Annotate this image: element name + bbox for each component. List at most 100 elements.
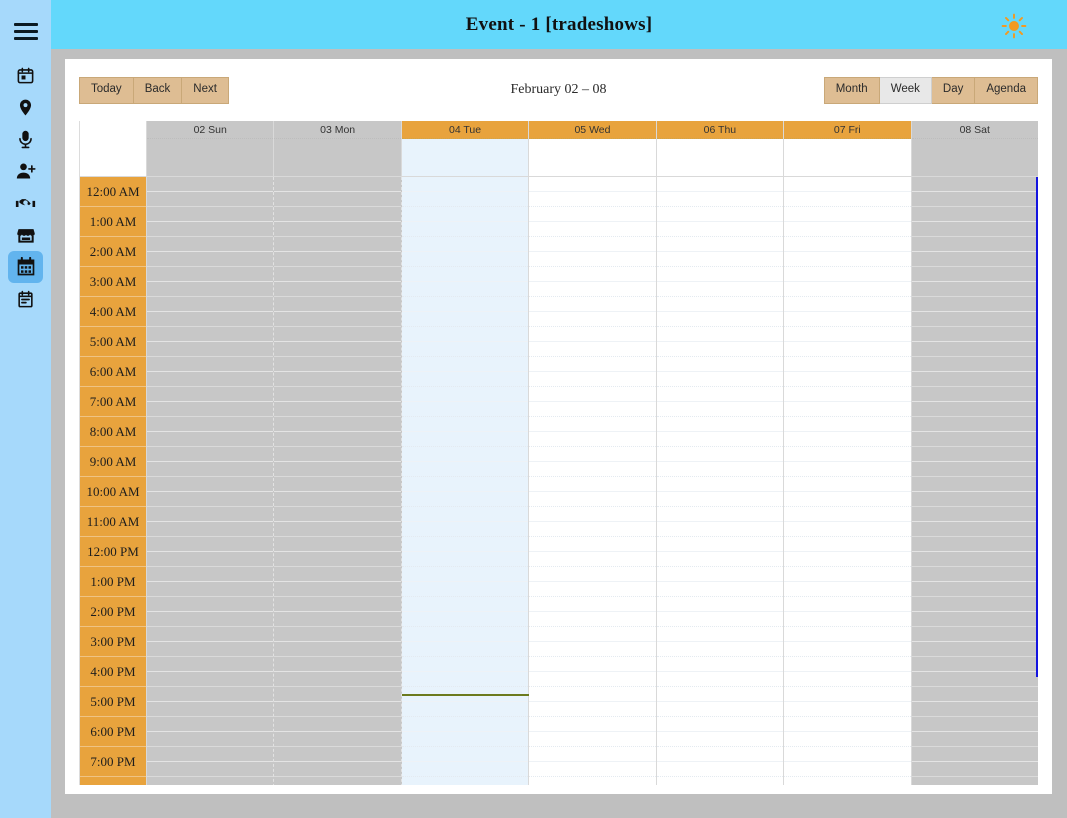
time-slot[interactable] bbox=[911, 552, 1038, 567]
time-slot[interactable] bbox=[784, 747, 911, 762]
time-slot[interactable] bbox=[656, 462, 784, 477]
time-slot[interactable] bbox=[784, 522, 911, 537]
time-slot[interactable] bbox=[147, 327, 274, 342]
day-header-07-fri[interactable]: 07 Fri bbox=[784, 121, 912, 177]
time-slot[interactable] bbox=[911, 567, 1038, 582]
all-day-cell[interactable] bbox=[401, 139, 529, 177]
time-slot[interactable] bbox=[784, 222, 911, 237]
time-slot[interactable] bbox=[274, 492, 401, 507]
time-slot[interactable] bbox=[147, 387, 274, 402]
time-slot[interactable] bbox=[402, 777, 528, 785]
time-slot[interactable] bbox=[274, 732, 401, 747]
time-slot[interactable] bbox=[784, 417, 911, 432]
time-slot[interactable] bbox=[147, 297, 274, 312]
time-slot[interactable] bbox=[147, 777, 273, 785]
time-slot[interactable] bbox=[911, 372, 1038, 387]
time-slot[interactable] bbox=[529, 267, 656, 282]
time-slot[interactable] bbox=[911, 297, 1038, 312]
day-header-04-tue[interactable]: 04 Tue bbox=[401, 121, 530, 177]
time-slot[interactable] bbox=[274, 597, 401, 612]
time-slot[interactable] bbox=[401, 492, 529, 507]
time-slot[interactable] bbox=[147, 207, 274, 222]
time-slot[interactable] bbox=[911, 672, 1038, 687]
time-slot[interactable] bbox=[529, 357, 656, 372]
time-slot[interactable] bbox=[911, 657, 1038, 672]
time-slot[interactable] bbox=[784, 702, 911, 717]
time-slot[interactable] bbox=[401, 522, 529, 537]
time-slot[interactable] bbox=[784, 627, 911, 642]
time-slot[interactable] bbox=[784, 582, 911, 597]
time-slot[interactable] bbox=[401, 462, 529, 477]
time-slot[interactable] bbox=[147, 642, 274, 657]
time-slot[interactable] bbox=[529, 252, 656, 267]
day-column-03-mon[interactable] bbox=[274, 177, 402, 785]
time-slot[interactable] bbox=[656, 627, 784, 642]
time-slot[interactable] bbox=[911, 417, 1038, 432]
time-slot[interactable] bbox=[657, 777, 783, 785]
sidebar-item-handshake[interactable] bbox=[8, 187, 43, 219]
time-slot[interactable] bbox=[274, 267, 401, 282]
time-slot[interactable] bbox=[401, 642, 529, 657]
time-slot[interactable] bbox=[529, 732, 656, 747]
time-slot[interactable] bbox=[274, 657, 401, 672]
time-slot[interactable] bbox=[529, 762, 656, 777]
time-slot[interactable] bbox=[147, 747, 274, 762]
time-slot[interactable] bbox=[529, 297, 656, 312]
time-slot[interactable] bbox=[401, 747, 529, 762]
time-slot[interactable] bbox=[274, 327, 401, 342]
time-slot[interactable] bbox=[656, 597, 784, 612]
time-slot[interactable] bbox=[784, 237, 911, 252]
time-slot[interactable] bbox=[911, 522, 1038, 537]
time-slot[interactable] bbox=[784, 762, 911, 777]
time-slot[interactable] bbox=[529, 327, 656, 342]
time-slot[interactable] bbox=[784, 732, 911, 747]
time-slot[interactable] bbox=[401, 627, 529, 642]
time-slot[interactable] bbox=[529, 462, 656, 477]
time-slot[interactable] bbox=[274, 342, 401, 357]
time-slot[interactable] bbox=[529, 582, 656, 597]
time-slot[interactable] bbox=[784, 327, 911, 342]
time-slot[interactable] bbox=[401, 177, 529, 192]
sidebar-item-calendar-event[interactable] bbox=[8, 59, 43, 91]
time-slot[interactable] bbox=[274, 432, 401, 447]
time-slot[interactable] bbox=[656, 687, 784, 702]
time-slot[interactable] bbox=[784, 717, 911, 732]
time-slot[interactable] bbox=[274, 387, 401, 402]
time-slot[interactable] bbox=[147, 657, 274, 672]
time-slot[interactable] bbox=[911, 612, 1038, 627]
time-slot[interactable] bbox=[274, 237, 401, 252]
time-slot[interactable] bbox=[784, 267, 911, 282]
time-slot[interactable] bbox=[274, 582, 401, 597]
time-slot[interactable] bbox=[656, 177, 784, 192]
time-slot[interactable] bbox=[911, 702, 1038, 717]
time-slot[interactable] bbox=[784, 282, 911, 297]
time-slot[interactable] bbox=[401, 372, 529, 387]
time-slot[interactable] bbox=[529, 207, 656, 222]
time-slot[interactable] bbox=[401, 432, 529, 447]
time-slot[interactable] bbox=[401, 582, 529, 597]
time-slot[interactable] bbox=[274, 297, 401, 312]
view-day-button[interactable]: Day bbox=[931, 77, 976, 104]
time-slot[interactable] bbox=[401, 507, 529, 522]
time-slot[interactable] bbox=[274, 642, 401, 657]
calendar-grid-viewport[interactable]: 02 Sun 03 Mon 04 Tue 05 Wed 06 Thu 07 Fri 08 S… bbox=[79, 121, 1038, 785]
time-slot[interactable] bbox=[911, 747, 1038, 762]
time-slot[interactable] bbox=[784, 612, 911, 627]
time-slot[interactable] bbox=[911, 357, 1038, 372]
time-slot[interactable] bbox=[401, 402, 529, 417]
time-slot[interactable] bbox=[274, 192, 401, 207]
time-slot[interactable] bbox=[784, 657, 911, 672]
time-slot[interactable] bbox=[274, 777, 400, 785]
time-slot[interactable] bbox=[656, 492, 784, 507]
time-slot[interactable] bbox=[911, 582, 1038, 597]
time-slot[interactable] bbox=[911, 207, 1038, 222]
time-slot[interactable] bbox=[656, 387, 784, 402]
day-header-06-thu[interactable]: 06 Thu bbox=[656, 121, 785, 177]
time-slot[interactable] bbox=[656, 717, 784, 732]
time-slot[interactable] bbox=[911, 627, 1038, 642]
time-slot[interactable] bbox=[147, 447, 274, 462]
time-slot[interactable] bbox=[147, 372, 274, 387]
time-slot[interactable] bbox=[529, 192, 656, 207]
time-slot[interactable] bbox=[784, 552, 911, 567]
time-slot[interactable] bbox=[401, 237, 529, 252]
